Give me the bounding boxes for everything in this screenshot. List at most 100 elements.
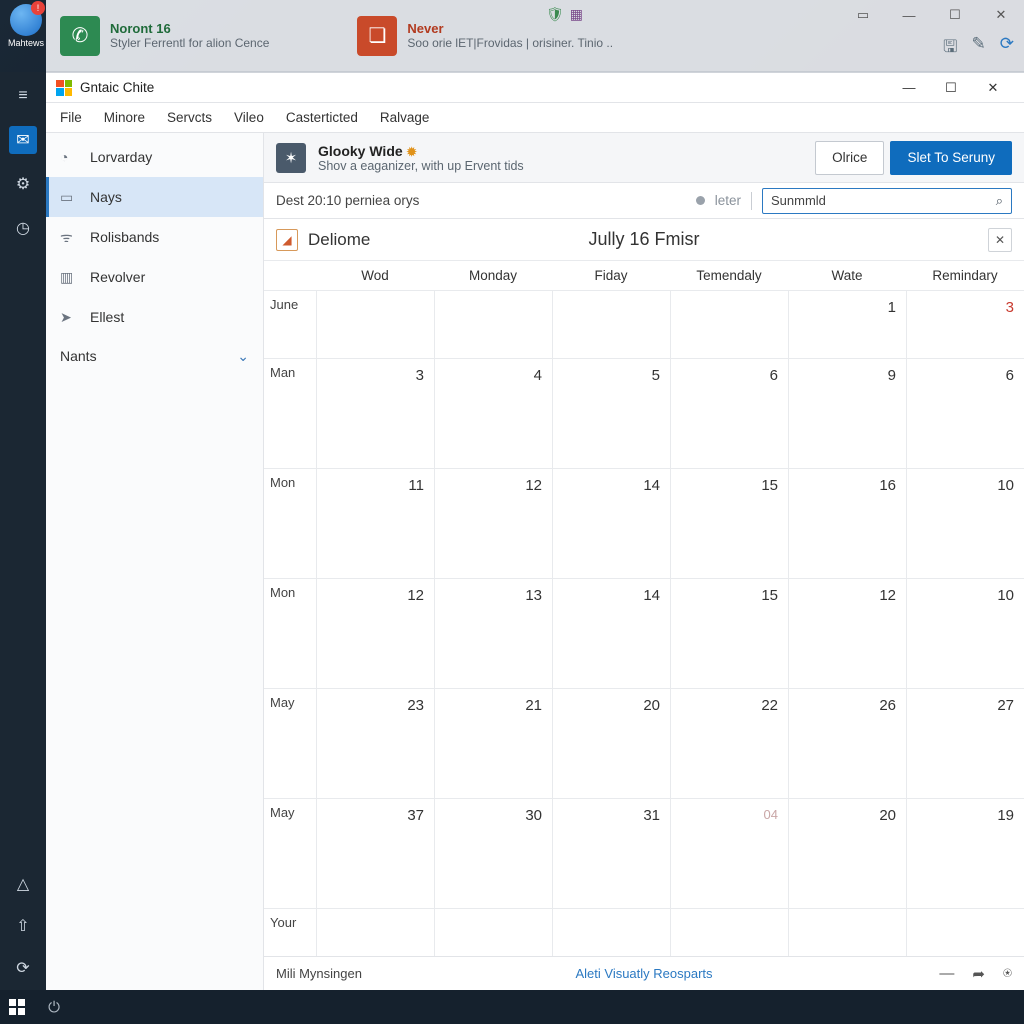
maximize-button[interactable]: ☐ bbox=[930, 74, 972, 102]
footer-left: Mili Mynsingen bbox=[276, 966, 362, 981]
person-icon[interactable]: ⍟ bbox=[1003, 965, 1012, 983]
calendar-cell[interactable]: 26 bbox=[788, 689, 906, 798]
calendar-cell[interactable]: 4 bbox=[434, 359, 552, 468]
calendar-cell[interactable]: 10 bbox=[906, 579, 1024, 688]
calendar-cell[interactable] bbox=[788, 909, 906, 956]
calendar-cell[interactable]: 31 bbox=[552, 799, 670, 908]
gear-icon[interactable]: ⚙ bbox=[9, 170, 37, 198]
calendar-cell[interactable]: 12 bbox=[788, 579, 906, 688]
calendar-cell[interactable]: 30 bbox=[434, 799, 552, 908]
day-number: 30 bbox=[525, 807, 542, 824]
edit-icon[interactable]: ✎ bbox=[972, 34, 986, 63]
minimize-button[interactable]: — bbox=[888, 74, 930, 102]
refresh-icon[interactable]: ⟳ bbox=[1000, 34, 1014, 63]
power-icon[interactable]: ⏻ bbox=[34, 999, 74, 1016]
minimize-icon[interactable]: — bbox=[886, 0, 932, 30]
os-activity-rail: ≡ ✉ ⚙ ◷ △ ⇧ ⟳ bbox=[0, 72, 46, 992]
share-icon[interactable]: ➦ bbox=[972, 965, 985, 983]
hamburger-icon[interactable]: ≡ bbox=[9, 82, 37, 110]
calendar-cell[interactable]: 23 bbox=[316, 689, 434, 798]
calendar-cell[interactable] bbox=[670, 291, 788, 358]
row-label: May bbox=[264, 799, 316, 908]
calendar-cell[interactable] bbox=[434, 909, 552, 956]
calendar-cell[interactable]: 22 bbox=[670, 689, 788, 798]
calendar-cell[interactable]: 14 bbox=[552, 469, 670, 578]
desktop-shortcut[interactable]: ! Mahtews bbox=[6, 4, 46, 48]
maximize-icon[interactable]: ☐ bbox=[932, 0, 978, 30]
calendar-cell[interactable]: 20 bbox=[552, 689, 670, 798]
calendar-cell[interactable]: 9 bbox=[788, 359, 906, 468]
shield-icon: 🛡 bbox=[546, 6, 564, 23]
calendar-cell[interactable]: 15 bbox=[670, 469, 788, 578]
day-header: Remindary bbox=[906, 261, 1024, 290]
footer-link[interactable]: Aleti Visuatly Reosparts bbox=[575, 966, 712, 981]
calendar-cell[interactable]: 27 bbox=[906, 689, 1024, 798]
day-number: 6 bbox=[1006, 367, 1014, 384]
menu-item[interactable]: Servcts bbox=[167, 110, 212, 125]
warning-icon[interactable]: △ bbox=[9, 870, 37, 898]
primary-button[interactable]: Slet To Seruny bbox=[890, 141, 1012, 175]
menu-item[interactable]: File bbox=[60, 110, 82, 125]
close-panel-button[interactable]: ✕ bbox=[988, 228, 1012, 252]
sidebar-item[interactable]: ᯤRolisbands bbox=[46, 217, 263, 257]
calendar-cell[interactable] bbox=[552, 291, 670, 358]
sidebar-item[interactable]: ➤Ellest bbox=[46, 297, 263, 337]
calendar-cell[interactable]: 1 bbox=[788, 291, 906, 358]
calendar-cell[interactable] bbox=[316, 291, 434, 358]
sync-icon[interactable]: ⟳ bbox=[9, 954, 37, 982]
menu-item[interactable]: Ralvage bbox=[380, 110, 430, 125]
calendar-cell[interactable]: 3 bbox=[316, 359, 434, 468]
save-icon[interactable]: 🖫 bbox=[943, 34, 957, 63]
mail-icon[interactable]: ✉ bbox=[9, 126, 37, 154]
calendar-cell[interactable]: 19 bbox=[906, 799, 1024, 908]
calendar-cell[interactable]: 15 bbox=[670, 579, 788, 688]
calendar-icon: ◢ bbox=[276, 229, 298, 251]
calendar-cell[interactable]: 16 bbox=[788, 469, 906, 578]
calendar-cell[interactable]: 21 bbox=[434, 689, 552, 798]
calendar-cell[interactable]: 10 bbox=[906, 469, 1024, 578]
calendar-cell[interactable] bbox=[670, 909, 788, 956]
upload-icon[interactable]: ⇧ bbox=[9, 912, 37, 940]
calendar-cell[interactable]: 37 bbox=[316, 799, 434, 908]
app-logo-icon bbox=[56, 80, 72, 96]
calendar-cell[interactable]: 04 bbox=[670, 799, 788, 908]
start-button[interactable] bbox=[0, 990, 34, 1024]
ribbon-subtitle: Shov a eaganizer, with up Ervent tids bbox=[318, 159, 524, 173]
close-icon[interactable]: ✕ bbox=[978, 0, 1024, 30]
notif-subtitle: Soo orie lET|Frovidas | orisiner. Tinio … bbox=[407, 36, 613, 50]
day-number: 23 bbox=[407, 697, 424, 714]
menu-item[interactable]: Vileo bbox=[234, 110, 264, 125]
calendar-cell[interactable] bbox=[906, 909, 1024, 956]
calendar-cell[interactable] bbox=[434, 291, 552, 358]
calendar-cell[interactable]: 6 bbox=[670, 359, 788, 468]
calendar-cell[interactable]: 14 bbox=[552, 579, 670, 688]
sidebar-item[interactable]: ◔Lorvarday bbox=[46, 137, 263, 177]
calendar-cell[interactable]: 3 bbox=[906, 291, 1024, 358]
day-number: 10 bbox=[997, 477, 1014, 494]
calendar-cell[interactable] bbox=[316, 909, 434, 956]
calendar-cell[interactable] bbox=[552, 909, 670, 956]
sidebar-item[interactable]: ▥Revolver bbox=[46, 257, 263, 297]
calendar-cell[interactable]: 5 bbox=[552, 359, 670, 468]
gauge-icon[interactable]: ◷ bbox=[9, 214, 37, 242]
calendar-cell[interactable]: 13 bbox=[434, 579, 552, 688]
notification-card[interactable]: ✆ Noront 16 Styler Ferrentl for alion Ce… bbox=[46, 6, 283, 66]
sidebar-item[interactable]: ▭Nays bbox=[46, 177, 263, 217]
close-button[interactable]: ✕ bbox=[972, 74, 1014, 102]
sidebar-group[interactable]: Nants⌄ bbox=[46, 337, 263, 375]
calendar-cell[interactable]: 12 bbox=[434, 469, 552, 578]
calendar-cell[interactable]: 11 bbox=[316, 469, 434, 578]
menu-item[interactable]: Casterticted bbox=[286, 110, 358, 125]
status-dot-icon bbox=[696, 196, 705, 205]
calendar-cell[interactable]: 12 bbox=[316, 579, 434, 688]
search-input[interactable]: Sunmmld ⌕ bbox=[762, 188, 1012, 214]
status-text: Dest 20:10 perniea orys bbox=[276, 193, 419, 208]
sidebar-item-label: Nays bbox=[90, 189, 122, 205]
restore-icon[interactable]: ▭ bbox=[840, 0, 886, 30]
minimize-tray-icon[interactable]: — bbox=[939, 965, 954, 983]
menu-item[interactable]: Minore bbox=[104, 110, 145, 125]
toggle-label[interactable]: leter bbox=[715, 193, 741, 208]
calendar-cell[interactable]: 6 bbox=[906, 359, 1024, 468]
secondary-button[interactable]: Olrice bbox=[815, 141, 884, 175]
calendar-cell[interactable]: 20 bbox=[788, 799, 906, 908]
